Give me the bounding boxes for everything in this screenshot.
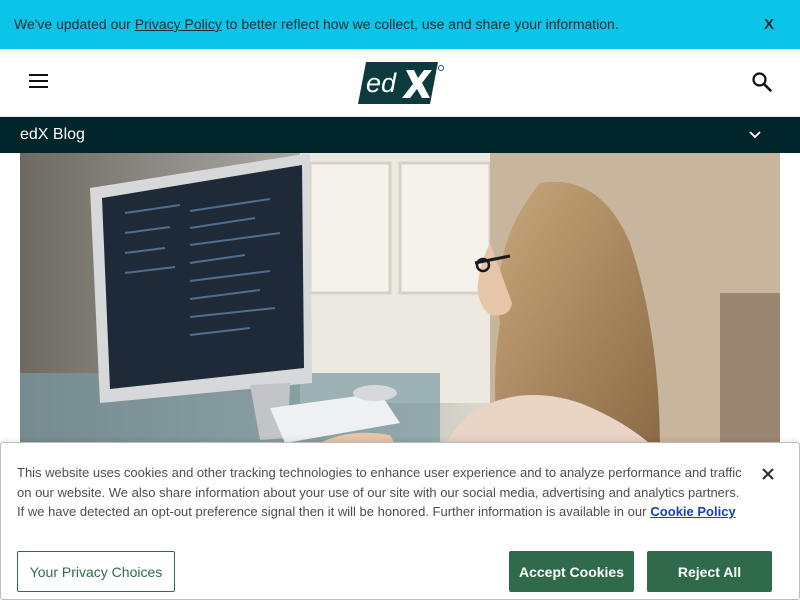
privacy-policy-link[interactable]: Privacy Policy	[135, 16, 222, 32]
close-icon[interactable]	[759, 465, 777, 483]
privacy-notice-text: We've updated our Privacy Policy to bett…	[14, 16, 619, 32]
cookie-consent-text: This website uses cookies and other trac…	[17, 463, 747, 522]
blog-title[interactable]: edX Blog	[20, 126, 85, 144]
logo-text-ed: ed	[366, 68, 397, 98]
notice-close-button[interactable]: X	[764, 16, 774, 33]
accept-cookies-button[interactable]: Accept Cookies	[509, 551, 634, 592]
reject-all-button[interactable]: Reject All	[647, 551, 772, 592]
cookie-consent-body: This website uses cookies and other trac…	[17, 465, 742, 520]
edx-logo[interactable]: ed	[358, 60, 446, 106]
cookie-consent-dialog: This website uses cookies and other trac…	[0, 442, 800, 600]
hamburger-icon[interactable]	[29, 74, 49, 90]
notice-text-before: We've updated our	[14, 16, 135, 32]
site-header: ed	[0, 49, 800, 117]
privacy-choices-button[interactable]: Your Privacy Choices	[17, 551, 175, 592]
hero-image	[20, 153, 780, 453]
blog-navigation-bar: edX Blog	[0, 117, 800, 153]
notice-text-after: to better reflect how we collect, use an…	[221, 16, 619, 32]
chevron-down-icon[interactable]	[748, 128, 762, 142]
search-icon[interactable]	[751, 71, 773, 93]
privacy-notice-banner: We've updated our Privacy Policy to bett…	[0, 0, 800, 49]
cookie-policy-link[interactable]: Cookie Policy	[650, 504, 735, 519]
